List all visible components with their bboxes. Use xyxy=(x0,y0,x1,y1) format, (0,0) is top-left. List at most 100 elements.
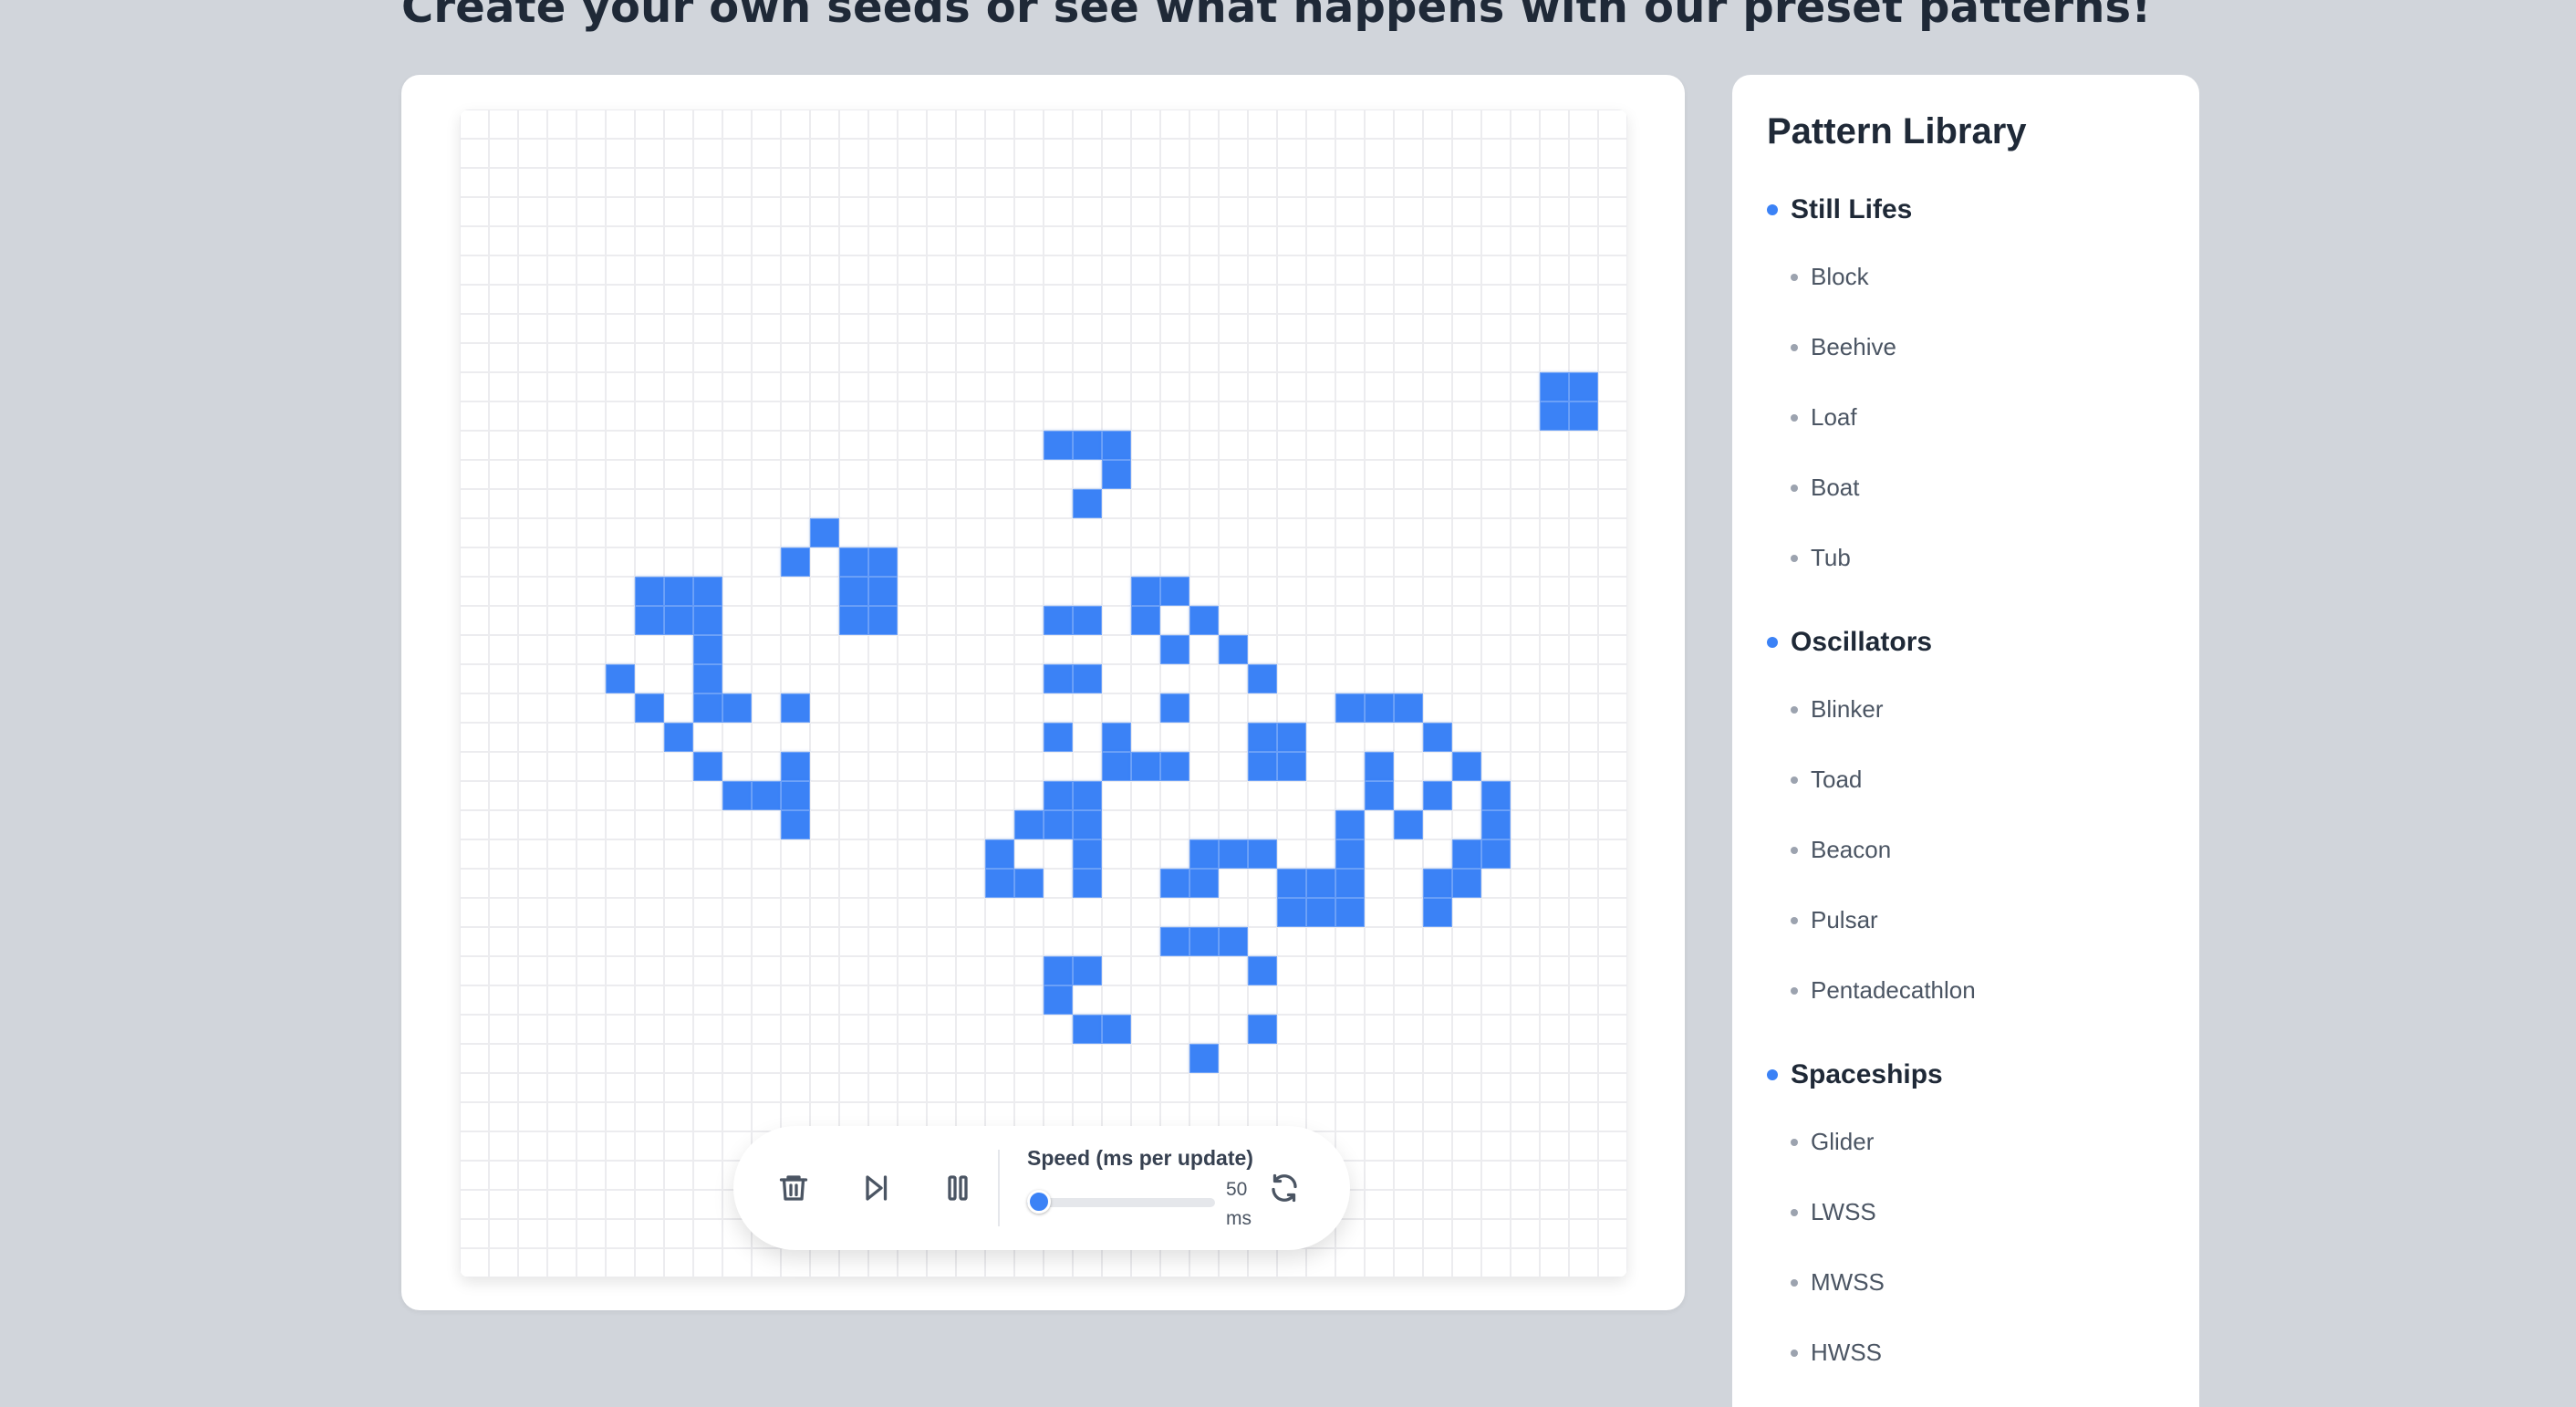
grid-cell[interactable] xyxy=(1452,1015,1481,1044)
live-cell[interactable] xyxy=(1481,810,1511,839)
grid-cell[interactable] xyxy=(1073,1044,1102,1073)
grid-cell[interactable] xyxy=(898,869,927,898)
grid-cell[interactable] xyxy=(810,431,839,460)
grid-cell[interactable] xyxy=(1423,927,1452,956)
live-cell[interactable] xyxy=(1277,869,1306,898)
grid-cell[interactable] xyxy=(460,1015,489,1044)
grid-cell[interactable] xyxy=(927,723,956,752)
grid-cell[interactable] xyxy=(1131,810,1160,839)
live-cell[interactable] xyxy=(781,693,810,723)
grid-cell[interactable] xyxy=(664,109,693,139)
grid-cell[interactable] xyxy=(460,752,489,781)
grid-cell[interactable] xyxy=(1014,226,1044,255)
grid-cell[interactable] xyxy=(489,372,518,401)
grid-cell[interactable] xyxy=(1160,1044,1189,1073)
grid-cell[interactable] xyxy=(985,898,1014,927)
grid-cell[interactable] xyxy=(810,985,839,1015)
grid-cell[interactable] xyxy=(839,372,868,401)
grid-cell[interactable] xyxy=(898,489,927,518)
live-cell[interactable] xyxy=(781,810,810,839)
grid-cell[interactable] xyxy=(518,956,547,985)
grid-cell[interactable] xyxy=(1306,1248,1335,1277)
grid-cell[interactable] xyxy=(1044,343,1073,372)
grid-cell[interactable] xyxy=(1219,781,1248,810)
grid-cell[interactable] xyxy=(693,372,722,401)
grid-cell[interactable] xyxy=(868,723,898,752)
grid-cell[interactable] xyxy=(1511,1190,1540,1219)
grid-cell[interactable] xyxy=(1102,109,1131,139)
grid-cell[interactable] xyxy=(898,1248,927,1277)
grid-cell[interactable] xyxy=(1569,489,1598,518)
grid-cell[interactable] xyxy=(664,810,693,839)
grid-cell[interactable] xyxy=(868,839,898,869)
grid-cell[interactable] xyxy=(1160,956,1189,985)
grid-cell[interactable] xyxy=(985,1248,1014,1277)
grid-cell[interactable] xyxy=(1102,314,1131,343)
grid-cell[interactable] xyxy=(693,956,722,985)
grid-cell[interactable] xyxy=(664,139,693,168)
grid-cell[interactable] xyxy=(489,606,518,635)
grid-cell[interactable] xyxy=(518,226,547,255)
grid-cell[interactable] xyxy=(576,1219,606,1248)
grid-cell[interactable] xyxy=(1481,927,1511,956)
grid-cell[interactable] xyxy=(1511,314,1540,343)
grid-cell[interactable] xyxy=(839,226,868,255)
grid-cell[interactable] xyxy=(1511,197,1540,226)
grid-cell[interactable] xyxy=(489,489,518,518)
grid-cell[interactable] xyxy=(956,1248,985,1277)
grid-cell[interactable] xyxy=(1365,489,1394,518)
grid-cell[interactable] xyxy=(635,869,664,898)
grid-cell[interactable] xyxy=(489,635,518,664)
grid-cell[interactable] xyxy=(1569,985,1598,1015)
grid-cell[interactable] xyxy=(576,314,606,343)
grid-cell[interactable] xyxy=(489,752,518,781)
grid-cell[interactable] xyxy=(1306,168,1335,197)
grid-cell[interactable] xyxy=(1189,401,1219,431)
grid-cell[interactable] xyxy=(1014,839,1044,869)
grid-cell[interactable] xyxy=(985,168,1014,197)
game-board[interactable] xyxy=(460,109,1627,1277)
grid-cell[interactable] xyxy=(1219,985,1248,1015)
grid-cell[interactable] xyxy=(576,781,606,810)
grid-cell[interactable] xyxy=(1423,664,1452,693)
grid-cell[interactable] xyxy=(927,606,956,635)
grid-cell[interactable] xyxy=(1511,839,1540,869)
live-cell[interactable] xyxy=(1452,869,1481,898)
grid-cell[interactable] xyxy=(606,489,635,518)
grid-cell[interactable] xyxy=(1365,255,1394,285)
grid-cell[interactable] xyxy=(518,693,547,723)
grid-cell[interactable] xyxy=(1511,898,1540,927)
grid-cell[interactable] xyxy=(1160,460,1189,489)
grid-cell[interactable] xyxy=(810,927,839,956)
grid-cell[interactable] xyxy=(1160,839,1189,869)
grid-cell[interactable] xyxy=(1248,781,1277,810)
grid-cell[interactable] xyxy=(1189,693,1219,723)
grid-cell[interactable] xyxy=(1481,956,1511,985)
grid-cell[interactable] xyxy=(693,898,722,927)
grid-cell[interactable] xyxy=(898,168,927,197)
grid-cell[interactable] xyxy=(1219,255,1248,285)
live-cell[interactable] xyxy=(752,781,781,810)
grid-cell[interactable] xyxy=(722,810,752,839)
grid-cell[interactable] xyxy=(693,401,722,431)
grid-cell[interactable] xyxy=(1335,518,1365,547)
grid-cell[interactable] xyxy=(1540,226,1569,255)
grid-cell[interactable] xyxy=(1248,898,1277,927)
grid-cell[interactable] xyxy=(1481,1102,1511,1131)
grid-cell[interactable] xyxy=(489,1190,518,1219)
grid-cell[interactable] xyxy=(956,285,985,314)
grid-cell[interactable] xyxy=(1569,197,1598,226)
grid-cell[interactable] xyxy=(1423,606,1452,635)
grid-cell[interactable] xyxy=(1540,1161,1569,1190)
grid-cell[interactable] xyxy=(547,752,576,781)
grid-cell[interactable] xyxy=(956,869,985,898)
step-button[interactable] xyxy=(852,1164,899,1212)
grid-cell[interactable] xyxy=(460,255,489,285)
grid-cell[interactable] xyxy=(752,752,781,781)
grid-cell[interactable] xyxy=(1394,664,1423,693)
grid-cell[interactable] xyxy=(752,168,781,197)
live-cell[interactable] xyxy=(635,606,664,635)
grid-cell[interactable] xyxy=(1481,489,1511,518)
live-cell[interactable] xyxy=(1189,1044,1219,1073)
grid-cell[interactable] xyxy=(1277,839,1306,869)
